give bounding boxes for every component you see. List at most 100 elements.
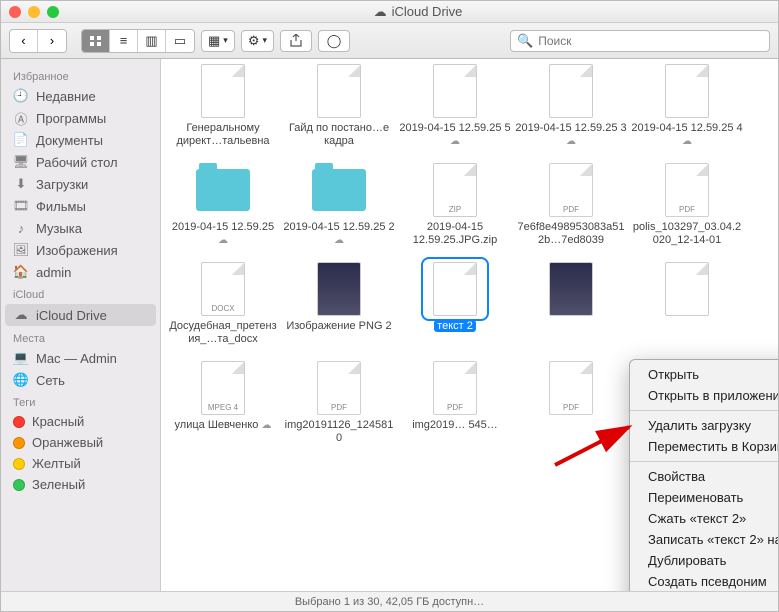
- file-thumbnail: [309, 162, 369, 218]
- close-window-button[interactable]: [9, 6, 21, 18]
- sidebar-item-label: Рабочий стол: [36, 155, 118, 170]
- sidebar-item[interactable]: 🕘Недавние: [1, 85, 160, 107]
- file-item[interactable]: текст 2: [397, 261, 513, 346]
- file-item[interactable]: MPEG 4улица Шевченко ☁︎: [165, 360, 281, 445]
- status-bar: Выбрано 1 из 30, 42,05 ГБ доступн…: [1, 591, 778, 611]
- sidebar-tag-item[interactable]: Оранжевый: [1, 432, 160, 453]
- file-item[interactable]: PDF: [513, 360, 629, 445]
- file-item[interactable]: Генеральному директ…тальевна: [165, 63, 281, 148]
- sidebar-tag-item[interactable]: Желтый: [1, 453, 160, 474]
- context-menu-label: Открыть в приложении: [648, 388, 778, 403]
- file-item[interactable]: [513, 261, 629, 346]
- file-item[interactable]: 2019-04-15 12.59.25 3 ☁︎: [513, 63, 629, 148]
- context-menu-label: Создать псевдоним: [648, 574, 767, 589]
- sidebar-header-favorites: Избранное: [1, 65, 160, 85]
- file-item[interactable]: 2019-04-15 12.59.25 5 ☁︎: [397, 63, 513, 148]
- search-icon: 🔍: [517, 33, 533, 49]
- file-item[interactable]: ZIP2019-04-15 12.59.25.JPG.zip: [397, 162, 513, 247]
- icon-view-button[interactable]: [82, 30, 110, 52]
- context-menu-item[interactable]: Переместить в Корзину: [630, 436, 778, 457]
- file-thumbnail: [193, 162, 253, 218]
- sidebar-tag-item[interactable]: Зеленый: [1, 474, 160, 495]
- sidebar-item-label: Сеть: [36, 373, 65, 388]
- file-thumbnail: PDF: [541, 162, 601, 218]
- file-label: Гайд по постано…е кадра: [283, 122, 395, 148]
- context-menu-item[interactable]: Дублировать: [630, 550, 778, 571]
- gallery-view-button[interactable]: ▭: [166, 30, 194, 52]
- context-menu-item[interactable]: Создать псевдоним: [630, 571, 778, 591]
- back-button[interactable]: ‹: [10, 30, 38, 52]
- file-item[interactable]: [629, 261, 745, 346]
- file-label: Изображение PNG 2: [286, 320, 391, 333]
- context-menu-item[interactable]: Сжать «текст 2»: [630, 508, 778, 529]
- file-label: 2019-04-15 12.59.25 5 ☁︎: [399, 122, 511, 148]
- file-item[interactable]: PDFimg20191126_1245810: [281, 360, 397, 445]
- sidebar-item[interactable]: 🎞Фильмы: [1, 195, 160, 217]
- list-view-button[interactable]: ≡: [110, 30, 138, 52]
- file-item[interactable]: 2019-04-15 12.59.25 2 ☁︎: [281, 162, 397, 247]
- zoom-window-button[interactable]: [47, 6, 59, 18]
- sidebar: Избранное 🕘НедавниеⒶПрограммы📄Документы🖥…: [1, 59, 161, 591]
- file-label: Генеральному директ…тальевна: [167, 122, 279, 148]
- sidebar-item[interactable]: 🖥Рабочий стол: [1, 151, 160, 173]
- file-item[interactable]: PDFimg2019… 545…: [397, 360, 513, 445]
- file-label: img2019… 545…: [412, 419, 498, 432]
- context-menu-label: Сжать «текст 2»: [648, 511, 746, 526]
- file-thumbnail: PDF: [309, 360, 369, 416]
- file-label: polis_103297_03.04.2020_12-14-01: [631, 221, 743, 247]
- context-menu-label: Удалить загрузку: [648, 418, 751, 433]
- sidebar-item[interactable]: 🖼Изображения: [1, 239, 160, 261]
- column-view-button[interactable]: ▥: [138, 30, 166, 52]
- minimize-window-button[interactable]: [28, 6, 40, 18]
- file-thumbnail: [425, 261, 485, 317]
- forward-button[interactable]: ›: [38, 30, 66, 52]
- finder-window: ☁︎ iCloud Drive ‹ › ≡ ▥ ▭ ▦▾ ⚙︎▾ ◯ 🔍 Изб…: [0, 0, 779, 612]
- group-by-dropdown[interactable]: ▦▾: [201, 30, 235, 52]
- file-label: улица Шевченко ☁︎: [175, 419, 272, 432]
- sidebar-item-label: Загрузки: [36, 177, 88, 192]
- search-input[interactable]: [538, 34, 763, 48]
- file-item[interactable]: Гайд по постано…е кадра: [281, 63, 397, 148]
- sidebar-item[interactable]: 🌐Сеть: [1, 369, 160, 391]
- file-label: 2019-04-15 12.59.25 ☁︎: [167, 221, 279, 247]
- context-menu-separator: [630, 410, 778, 411]
- sidebar-item[interactable]: ⬇︎Загрузки: [1, 173, 160, 195]
- file-thumbnail: [657, 63, 717, 119]
- file-item[interactable]: PDFpolis_103297_03.04.2020_12-14-01: [629, 162, 745, 247]
- cloud-icon: ☁︎: [334, 235, 344, 246]
- tags-button[interactable]: ◯: [318, 30, 350, 52]
- file-label: 7e6f8e498953083a512b…7ed8039: [515, 221, 627, 247]
- tag-dot-icon: [13, 458, 25, 470]
- context-menu-item[interactable]: Удалить загрузку: [630, 415, 778, 436]
- file-item[interactable]: 2019-04-15 12.59.25 ☁︎: [165, 162, 281, 247]
- sidebar-header-tags: Теги: [1, 391, 160, 411]
- share-button[interactable]: [280, 30, 312, 52]
- sidebar-item-icloud-drive[interactable]: ☁︎iCloud Drive: [5, 304, 156, 326]
- file-item[interactable]: DOCXДосудебная_претензия_…та_docx: [165, 261, 281, 346]
- search-field[interactable]: 🔍: [510, 30, 770, 52]
- sidebar-item-label: Зеленый: [32, 477, 85, 492]
- sidebar-item[interactable]: 💻Mac — Admin: [1, 347, 160, 369]
- context-menu-item[interactable]: Переименовать: [630, 487, 778, 508]
- sidebar-item-label: Программы: [36, 111, 106, 126]
- sidebar-tag-item[interactable]: Красный: [1, 411, 160, 432]
- context-menu-item[interactable]: Записать «текст 2» на диск…: [630, 529, 778, 550]
- file-item[interactable]: PDF 7e6f8e498953083a512b…7ed8039: [513, 162, 629, 247]
- sidebar-item[interactable]: 🏠admin: [1, 261, 160, 283]
- gear-icon: ⚙︎: [248, 33, 260, 49]
- file-thumbnail: [425, 63, 485, 119]
- sidebar-item[interactable]: ⒶПрограммы: [1, 107, 160, 129]
- context-menu-item[interactable]: Открыть в приложении▶: [630, 385, 778, 406]
- context-menu-item[interactable]: Свойства: [630, 466, 778, 487]
- action-dropdown[interactable]: ⚙︎▾: [241, 30, 274, 52]
- cloud-icon: ☁︎: [261, 420, 271, 431]
- sidebar-item[interactable]: ♪Музыка: [1, 217, 160, 239]
- sidebar-item[interactable]: 📄Документы: [1, 129, 160, 151]
- context-menu-item[interactable]: Открыть: [630, 364, 778, 385]
- file-thumbnail: [541, 261, 601, 317]
- file-item[interactable]: Изображение PNG 2: [281, 261, 397, 346]
- file-thumbnail: PDF: [541, 360, 601, 416]
- file-item[interactable]: 2019-04-15 12.59.25 4 ☁︎: [629, 63, 745, 148]
- file-label: 2019-04-15 12.59.25 2 ☁︎: [283, 221, 395, 247]
- content-area[interactable]: Генеральному директ…тальевна Гайд по пос…: [161, 59, 778, 591]
